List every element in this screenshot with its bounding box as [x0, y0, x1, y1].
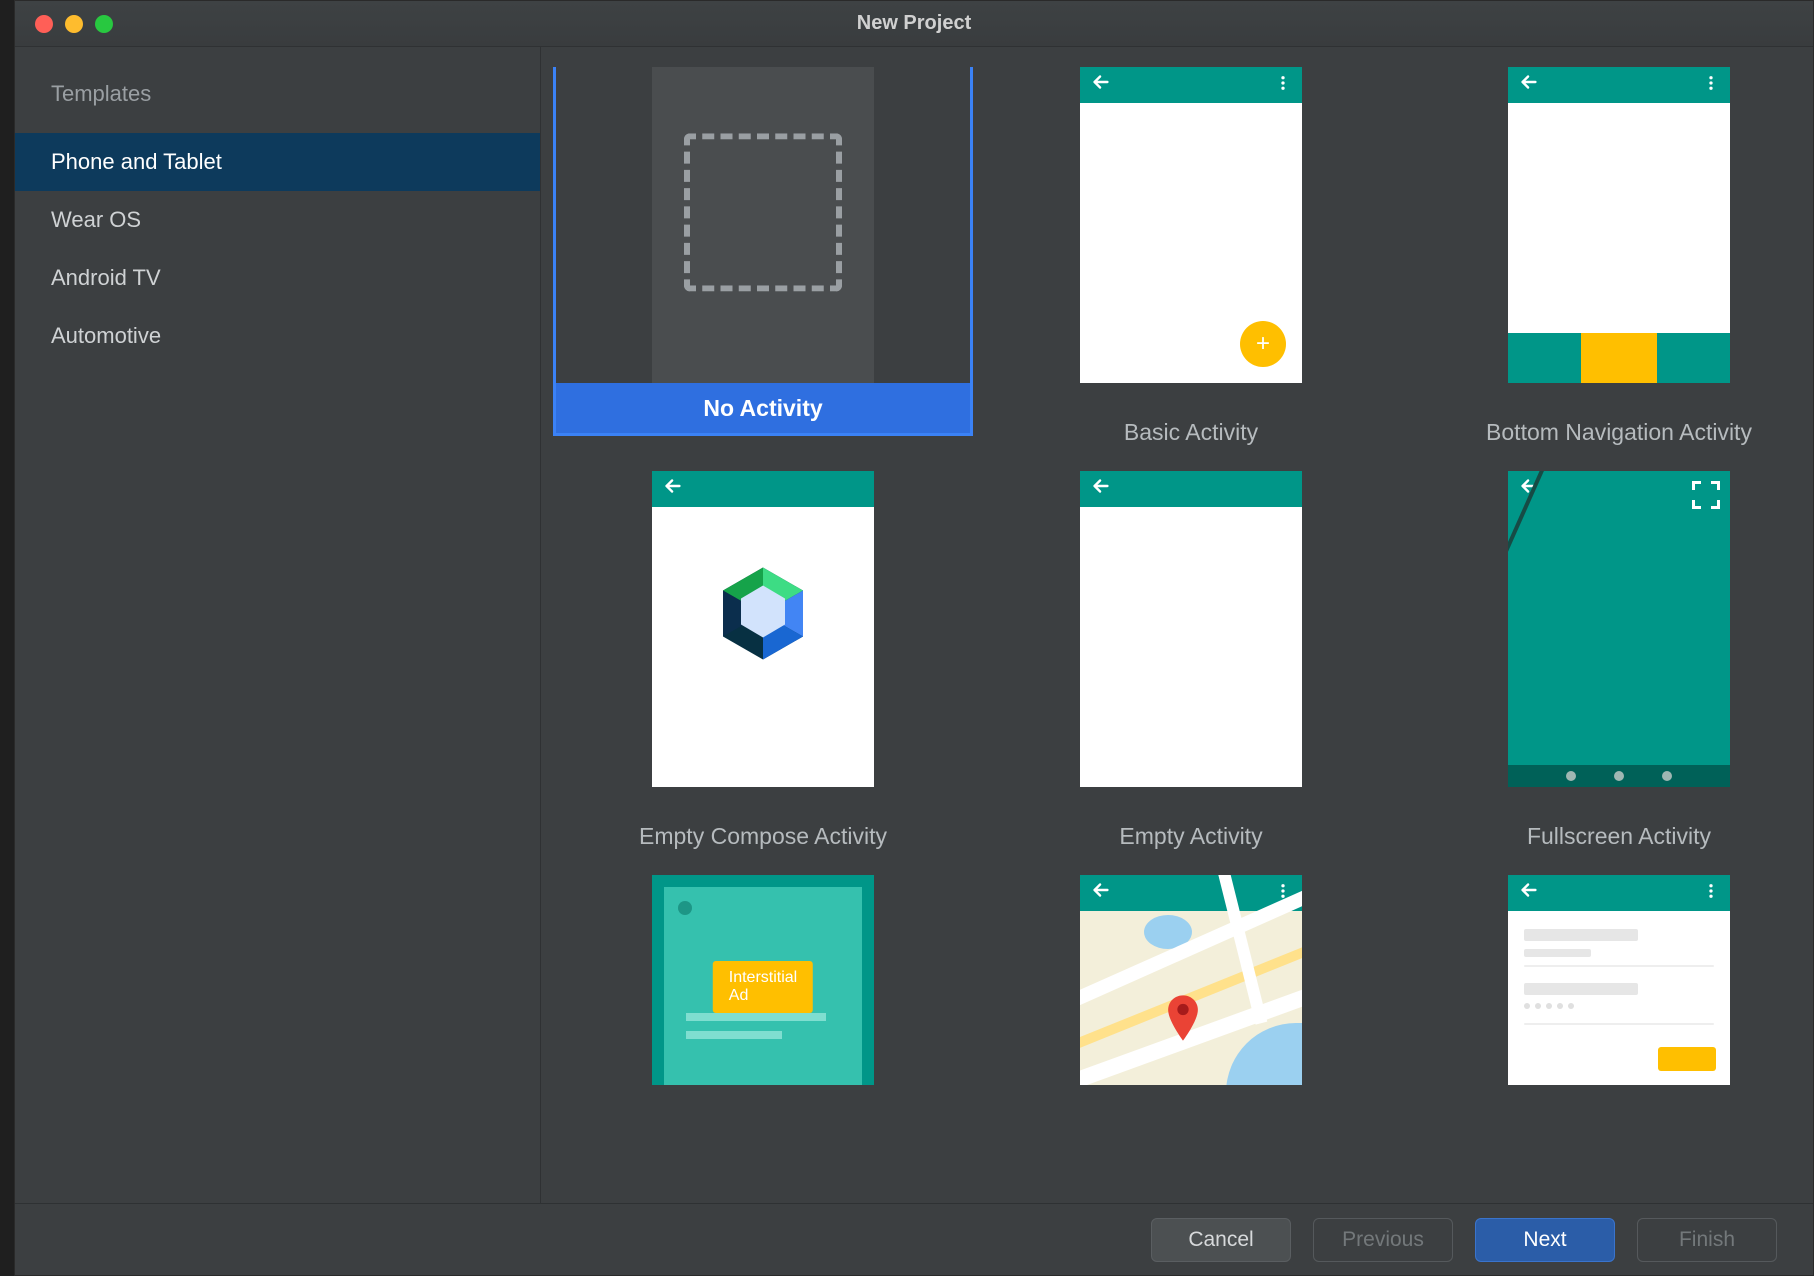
template-label: Bottom Navigation Activity — [1486, 383, 1752, 453]
more-icon — [1702, 72, 1720, 98]
template-thumb — [1080, 471, 1302, 787]
template-thumb — [652, 67, 874, 383]
sidebar-item-wear-os[interactable]: Wear OS — [15, 191, 540, 249]
action-button-icon — [1658, 1047, 1716, 1071]
map-pin-icon — [1166, 995, 1200, 1046]
sidebar-item-automotive[interactable]: Automotive — [15, 307, 540, 365]
template-label: Empty Compose Activity — [639, 787, 887, 857]
template-empty-compose-activity[interactable]: Empty Compose Activity — [553, 471, 973, 857]
back-arrow-icon — [1090, 879, 1112, 907]
templates-sidebar: Templates Phone and Tablet Wear OS Andro… — [15, 47, 541, 1203]
minimize-window-icon[interactable] — [65, 15, 83, 33]
template-basic-activity[interactable]: + Basic Activity — [981, 67, 1401, 453]
zoom-window-icon[interactable] — [95, 15, 113, 33]
fab-add-icon: + — [1240, 321, 1286, 367]
sidebar-item-label: Automotive — [51, 323, 161, 348]
template-empty-activity[interactable]: Empty Activity — [981, 471, 1401, 857]
fullscreen-icon — [1692, 481, 1720, 509]
template-primary-detail-flow[interactable] — [1409, 875, 1813, 1085]
sidebar-item-label: Phone and Tablet — [51, 149, 222, 174]
button-label: Finish — [1679, 1228, 1735, 1252]
back-arrow-icon — [662, 475, 684, 503]
cancel-button[interactable]: Cancel — [1151, 1218, 1291, 1262]
template-grid: No Activity — [541, 47, 1813, 1125]
template-bottom-navigation-activity[interactable]: Bottom Navigation Activity — [1409, 67, 1813, 453]
template-thumb: Interstitial Ad — [652, 875, 874, 1085]
button-label: Previous — [1342, 1228, 1424, 1252]
template-thumb: + — [1080, 67, 1302, 383]
template-fullscreen-activity[interactable]: Fullscreen Activity — [1409, 471, 1813, 857]
more-icon — [1274, 72, 1292, 98]
new-project-dialog: New Project Templates Phone and Tablet W… — [14, 0, 1814, 1276]
bottom-nav-icon — [1508, 333, 1730, 383]
sidebar-item-label: Android TV — [51, 265, 161, 290]
template-google-maps-activity[interactable] — [981, 875, 1401, 1085]
close-window-icon[interactable] — [35, 15, 53, 33]
interstitial-ad-badge: Interstitial Ad — [713, 961, 813, 1013]
more-icon — [1702, 880, 1720, 906]
titlebar: New Project — [15, 1, 1813, 47]
window-controls — [35, 15, 113, 33]
template-gallery[interactable]: No Activity — [541, 47, 1813, 1203]
dashed-placeholder-icon — [684, 133, 842, 291]
template-thumb — [1080, 875, 1302, 1085]
template-thumb — [1508, 875, 1730, 1085]
finish-button[interactable]: Finish — [1637, 1218, 1777, 1262]
template-no-activity[interactable]: No Activity — [553, 67, 973, 453]
background-strip — [0, 0, 14, 1276]
back-arrow-icon — [1090, 475, 1112, 503]
previous-button[interactable]: Previous — [1313, 1218, 1453, 1262]
dialog-body: Templates Phone and Tablet Wear OS Andro… — [15, 47, 1813, 1203]
window-title: New Project — [15, 12, 1813, 35]
button-label: Cancel — [1188, 1228, 1253, 1252]
template-thumb — [652, 471, 874, 787]
template-label: Fullscreen Activity — [1527, 787, 1711, 857]
sidebar-title: Templates — [15, 81, 540, 133]
nav-bar-icon — [1508, 765, 1730, 787]
sidebar-item-label: Wear OS — [51, 207, 141, 232]
back-arrow-icon — [1518, 71, 1540, 99]
template-label: No Activity — [556, 383, 970, 433]
button-label: Next — [1523, 1228, 1566, 1252]
template-thumb — [1508, 471, 1730, 787]
sidebar-item-android-tv[interactable]: Android TV — [15, 249, 540, 307]
template-admob-ads-activity[interactable]: Interstitial Ad — [553, 875, 973, 1085]
jetpack-compose-logo-icon — [719, 566, 807, 667]
template-thumb — [1508, 67, 1730, 383]
back-arrow-icon — [1518, 879, 1540, 907]
dialog-footer: Cancel Previous Next Finish — [15, 1203, 1813, 1275]
next-button[interactable]: Next — [1475, 1218, 1615, 1262]
back-arrow-icon — [1090, 71, 1112, 99]
template-label: Empty Activity — [1119, 787, 1262, 857]
template-label: Basic Activity — [1124, 383, 1258, 453]
sidebar-item-phone-and-tablet[interactable]: Phone and Tablet — [15, 133, 540, 191]
